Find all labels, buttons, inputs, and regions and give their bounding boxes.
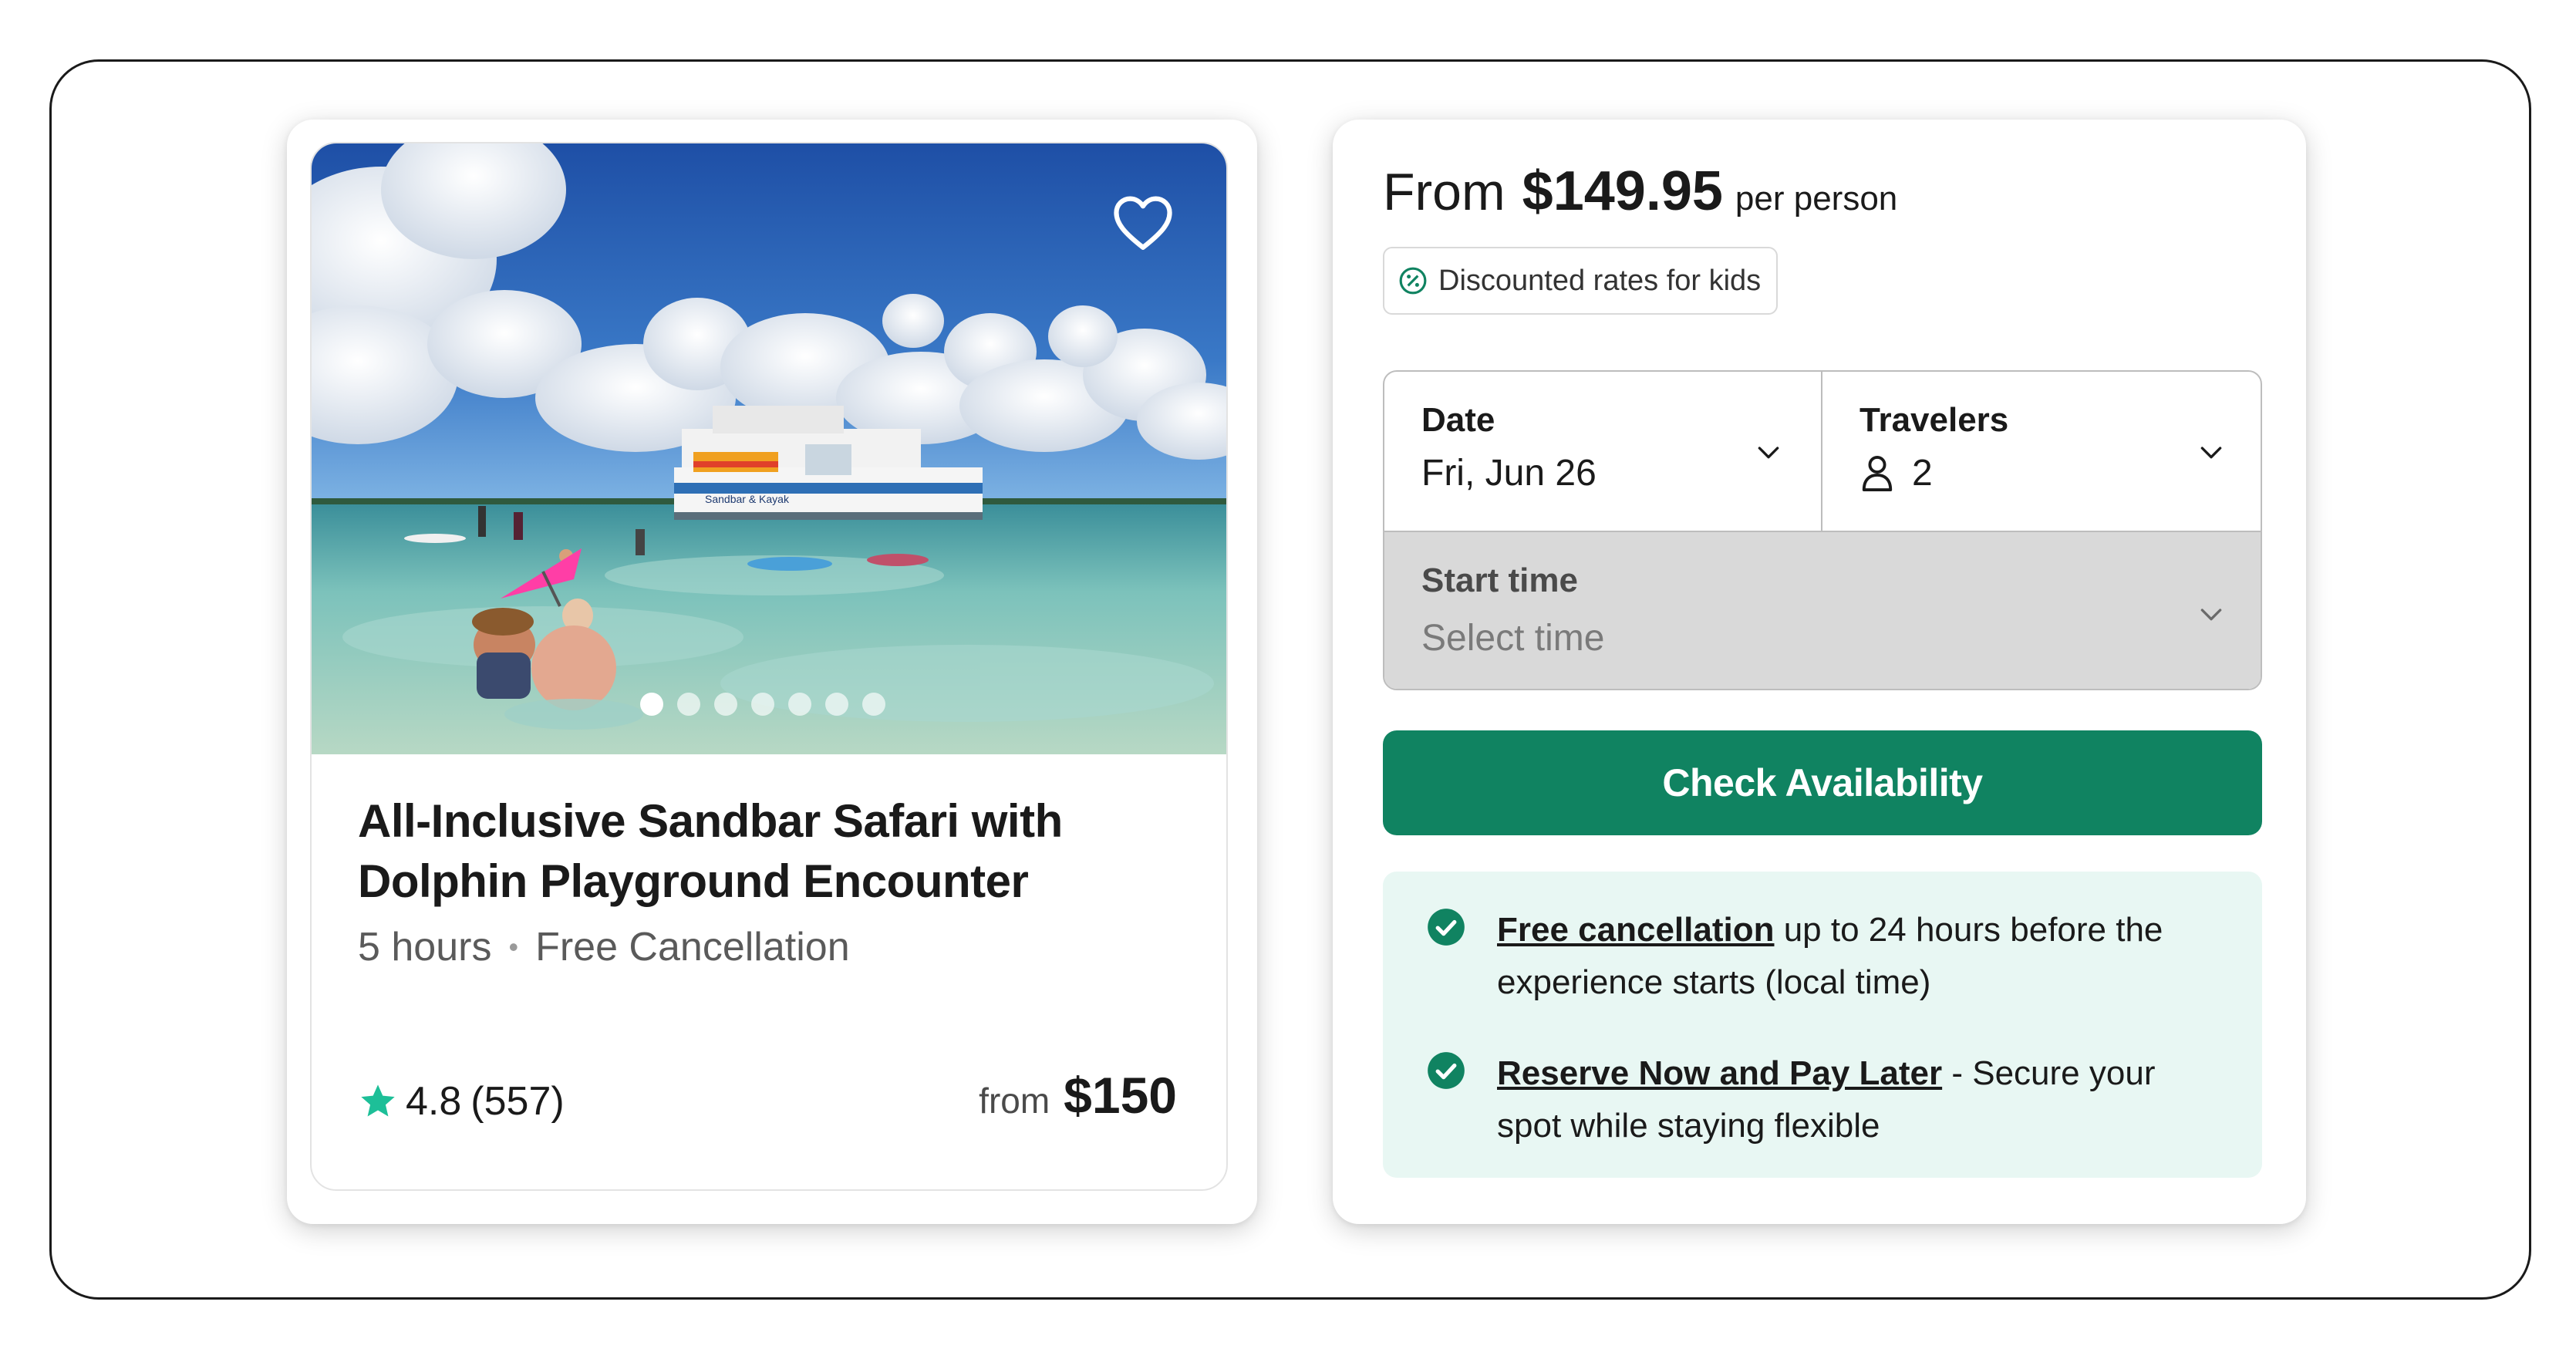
chevron-down-icon xyxy=(1758,447,1779,459)
duration-text: 5 hours xyxy=(358,925,492,970)
date-label: Date xyxy=(1421,401,1495,439)
date-picker[interactable]: Date Fri, Jun 26 xyxy=(1384,372,1822,531)
product-image[interactable]: Sandbar & Kayak xyxy=(312,143,1226,754)
product-title[interactable]: All-Inclusive Sandbar Safari with Dolphi… xyxy=(358,791,1191,912)
cancellation-text: Free Cancellation xyxy=(535,925,850,970)
carousel-dots xyxy=(640,693,885,716)
rating-value: 4.8 xyxy=(406,1079,462,1124)
carousel-dot[interactable] xyxy=(751,693,774,716)
date-value: Fri, Jun 26 xyxy=(1421,453,1597,494)
check-circle-icon xyxy=(1428,1052,1465,1089)
check-circle-icon xyxy=(1428,909,1465,946)
product-price: from $150 xyxy=(979,1066,1177,1125)
perk-text: Free cancellation up to 24 hours before … xyxy=(1497,904,2228,1009)
perk-text: Reserve Now and Pay Later - Secure your … xyxy=(1497,1047,2228,1152)
discount-text: Discounted rates for kids xyxy=(1438,264,1762,297)
travelers-value: 2 xyxy=(1912,453,1933,494)
booking-picker: Date Fri, Jun 26 Travelers 2 Start time … xyxy=(1383,370,2262,690)
star-icon xyxy=(361,1084,395,1117)
review-count: (557) xyxy=(470,1079,565,1124)
start-time-placeholder: Select time xyxy=(1421,618,1605,659)
person-icon xyxy=(1862,455,1893,491)
booking-price-amount: $149.95 xyxy=(1522,160,1723,222)
booking-price: From $149.95 per person xyxy=(1383,160,1897,223)
carousel-dot[interactable] xyxy=(862,693,885,716)
wishlist-button[interactable] xyxy=(1103,182,1183,262)
product-meta: 5 hours • Free Cancellation xyxy=(358,924,850,970)
carousel-dot[interactable] xyxy=(825,693,848,716)
booking-card: From $149.95 per person Discounted rates… xyxy=(1333,120,2306,1224)
carousel-dot[interactable] xyxy=(677,693,700,716)
perks-box: Free cancellation up to 24 hours before … xyxy=(1383,872,2262,1178)
discount-badge: Discounted rates for kids xyxy=(1383,247,1779,315)
reserve-now-link[interactable]: Reserve Now and Pay Later xyxy=(1497,1054,1942,1092)
booking-price-prefix: From xyxy=(1383,163,1505,221)
percent-icon xyxy=(1399,267,1427,295)
check-availability-button[interactable]: Check Availability xyxy=(1383,730,2262,835)
chevron-down-icon xyxy=(2200,447,2222,459)
start-time-label: Start time xyxy=(1421,561,1578,599)
carousel-dot[interactable] xyxy=(788,693,811,716)
travelers-label: Travelers xyxy=(1860,401,2009,439)
free-cancellation-link[interactable]: Free cancellation xyxy=(1497,911,1774,949)
booking-price-suffix: per person xyxy=(1735,180,1898,218)
travelers-picker[interactable]: Travelers 2 xyxy=(1822,372,2261,531)
product-card[interactable]: Sandbar & Kayak All-Inclusive Sandbar Sa… xyxy=(310,142,1228,1191)
carousel-dot[interactable] xyxy=(640,693,663,716)
perk-free-cancellation: Free cancellation up to 24 hours before … xyxy=(1426,904,2228,1009)
travelers-value-row: 2 xyxy=(1860,452,1933,494)
price-prefix: from xyxy=(979,1081,1050,1121)
meta-separator: • xyxy=(508,931,519,963)
chevron-down-icon xyxy=(2200,609,2222,621)
heart-icon xyxy=(1114,196,1172,250)
start-time-picker[interactable]: Start time Select time xyxy=(1384,531,2261,689)
rating: 4.8 (557) xyxy=(358,1078,565,1125)
perk-reserve-now: Reserve Now and Pay Later - Secure your … xyxy=(1426,1047,2228,1152)
carousel-dot[interactable] xyxy=(714,693,737,716)
price-amount: $150 xyxy=(1064,1067,1177,1124)
boat-label: Sandbar & Kayak xyxy=(705,493,790,505)
